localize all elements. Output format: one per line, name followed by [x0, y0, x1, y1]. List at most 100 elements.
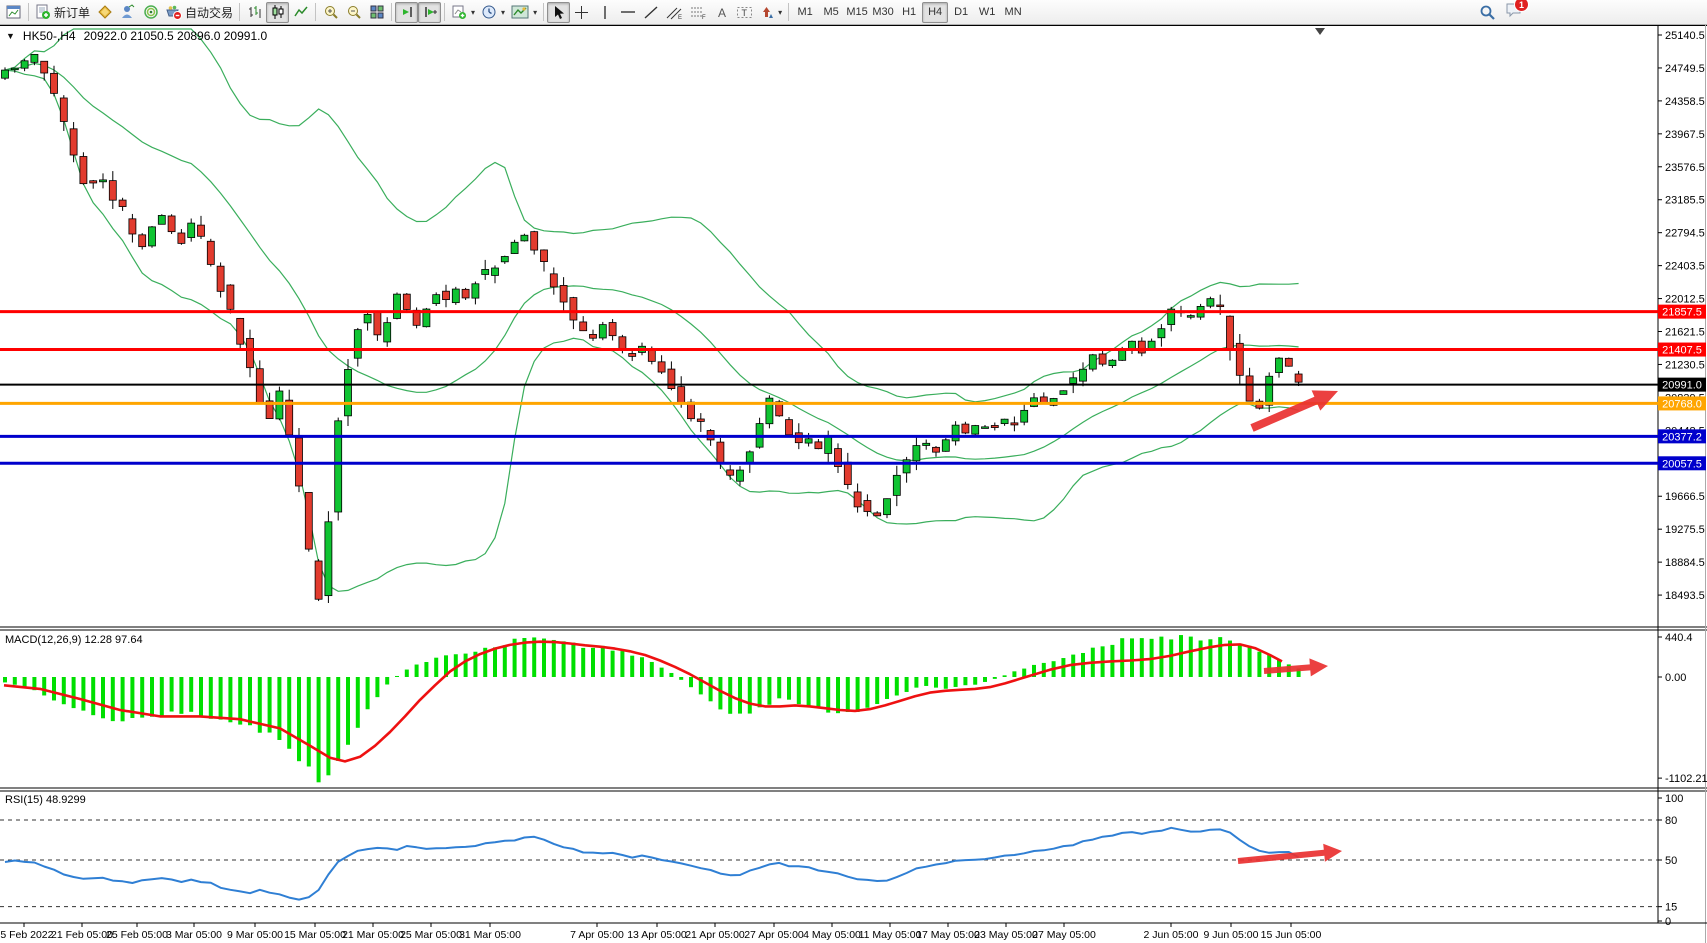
bar-chart-button[interactable]: [243, 2, 266, 23]
chart-canvas[interactable]: 25140.524749.524358.523967.523576.523185…: [0, 25, 1707, 943]
arrows-tool-button[interactable]: ▾: [756, 2, 785, 23]
trendline-tool-button[interactable]: [639, 2, 662, 23]
period-button[interactable]: ▾: [478, 2, 508, 23]
svg-text:23576.5: 23576.5: [1665, 162, 1705, 174]
separator: [28, 3, 29, 21]
price-tag-20768.0: 20768.0: [1658, 396, 1706, 410]
separator: [543, 3, 544, 21]
zoom-in-button[interactable]: [319, 2, 342, 23]
svg-text:18884.5: 18884.5: [1665, 557, 1705, 569]
horizontal-line-icon: [620, 5, 636, 19]
toolbar: 新订单 自动交易 ▾ ▾: [0, 0, 1707, 25]
add-indicator-button[interactable]: ▾: [448, 2, 478, 23]
charts-window-button[interactable]: [2, 2, 25, 23]
timeframe-w1[interactable]: W1: [974, 2, 1000, 23]
svg-text:11 May 05:00: 11 May 05:00: [859, 929, 922, 941]
trader-icon: [120, 4, 136, 20]
svg-text:23 May 05:00: 23 May 05:00: [974, 929, 1038, 941]
crosshair-tool-button[interactable]: [570, 2, 593, 23]
caret-down-icon: ▾: [533, 8, 537, 17]
separator: [239, 3, 240, 21]
notification-badge: 1: [1514, 0, 1529, 12]
macd-label: MACD(12,26,9) 12.28 97.64: [5, 634, 143, 646]
collapse-arrow-icon[interactable]: ▼: [6, 31, 15, 41]
market-watch-button[interactable]: [116, 2, 139, 23]
chart-header: ▼ HK50-,H4 20922.0 21050.5 20896.0 20991…: [6, 29, 267, 43]
svg-text:80: 80: [1665, 815, 1677, 827]
svg-text:24749.5: 24749.5: [1665, 63, 1705, 75]
svg-text:25 Feb 05:00: 25 Feb 05:00: [106, 929, 168, 941]
svg-text:27 May 05:00: 27 May 05:00: [1032, 929, 1096, 941]
svg-text:22012.5: 22012.5: [1665, 294, 1705, 306]
svg-text:20377.2: 20377.2: [1662, 431, 1702, 443]
svg-text:15 Feb 2022: 15 Feb 2022: [0, 929, 54, 941]
svg-text:23967.5: 23967.5: [1665, 129, 1705, 141]
chart-window-icon: [6, 4, 22, 20]
svg-text:21 Apr 05:00: 21 Apr 05:00: [685, 929, 745, 941]
chart-shift-button[interactable]: [418, 2, 441, 23]
timeframe-d1[interactable]: D1: [948, 2, 974, 23]
text-label-tool-button[interactable]: T: [733, 2, 756, 23]
timeframe-mn[interactable]: MN: [1000, 2, 1026, 23]
fibonacci-tool-button[interactable]: F: [686, 2, 710, 23]
svg-text:15: 15: [1665, 902, 1677, 914]
metaeditor-button[interactable]: [93, 2, 116, 23]
price-tag-20057.5: 20057.5: [1658, 456, 1706, 470]
auto-trading-icon: [165, 4, 182, 20]
zoom-out-button[interactable]: [342, 2, 365, 23]
text-icon: A: [715, 5, 729, 20]
cursor-tool-button[interactable]: [547, 2, 570, 23]
price-tag-20991.0: 20991.0: [1658, 378, 1706, 392]
svg-text:3 Mar 05:00: 3 Mar 05:00: [166, 929, 222, 941]
channel-tool-button[interactable]: E: [662, 2, 686, 23]
tile-windows-button[interactable]: [365, 2, 388, 23]
template-button[interactable]: ▾: [508, 2, 540, 23]
horizontal-line-tool-button[interactable]: [616, 2, 639, 23]
text-label-icon: T: [736, 5, 753, 20]
svg-text:22794.5: 22794.5: [1665, 228, 1705, 240]
timeframe-m5[interactable]: M5: [818, 2, 844, 23]
trendline-icon: [643, 5, 659, 20]
chart-title: HK50-,H4: [23, 29, 76, 43]
chart-window[interactable]: 25140.524749.524358.523967.523576.523185…: [0, 25, 1707, 943]
svg-text:15 Jun 05:00: 15 Jun 05:00: [1261, 929, 1322, 941]
signals-icon: [143, 4, 159, 20]
chart-shift-icon: [422, 4, 438, 20]
auto-trading-button[interactable]: 自动交易: [162, 2, 236, 23]
price-tag-21857.5: 21857.5: [1658, 305, 1706, 319]
timeframe-m30[interactable]: M30: [870, 2, 896, 23]
new-order-button[interactable]: 新订单: [32, 2, 93, 23]
zoom-out-icon: [346, 4, 362, 20]
price-tag-20377.2: 20377.2: [1658, 429, 1706, 443]
separator: [391, 3, 392, 21]
candlestick-chart-button[interactable]: [266, 2, 289, 23]
vertical-line-tool-button[interactable]: [593, 2, 616, 23]
svg-text:21 Feb 05:00: 21 Feb 05:00: [51, 929, 113, 941]
svg-text:21407.5: 21407.5: [1662, 345, 1702, 357]
timeframe-h1[interactable]: H1: [896, 2, 922, 23]
timeframe-m15[interactable]: M15: [844, 2, 870, 23]
signals-button[interactable]: [139, 2, 162, 23]
equidistant-channel-icon: E: [665, 5, 683, 20]
line-chart-button[interactable]: [289, 2, 312, 23]
timeframe-m1[interactable]: M1: [792, 2, 818, 23]
text-tool-button[interactable]: A: [710, 2, 733, 23]
timeframe-h4[interactable]: H4: [922, 2, 948, 23]
svg-text:13 Apr 05:00: 13 Apr 05:00: [627, 929, 687, 941]
svg-text:19275.5: 19275.5: [1665, 524, 1705, 536]
svg-text:0: 0: [1665, 916, 1671, 928]
add-indicator-icon: [451, 4, 467, 20]
new-order-label: 新订单: [54, 4, 90, 21]
svg-text:4 May 05:00: 4 May 05:00: [803, 929, 861, 941]
fibonacci-icon: F: [689, 5, 707, 20]
svg-text:24358.5: 24358.5: [1665, 96, 1705, 108]
notifications-button[interactable]: 1: [1505, 1, 1523, 23]
svg-text:50: 50: [1665, 855, 1677, 867]
svg-text:20057.5: 20057.5: [1662, 458, 1702, 470]
auto-scroll-button[interactable]: [395, 2, 418, 23]
new-order-icon: [35, 4, 51, 20]
separator: [444, 3, 445, 21]
search-button[interactable]: [1476, 2, 1499, 23]
rsi-label: RSI(15) 48.9299: [5, 794, 86, 806]
svg-text:20768.0: 20768.0: [1662, 398, 1702, 410]
